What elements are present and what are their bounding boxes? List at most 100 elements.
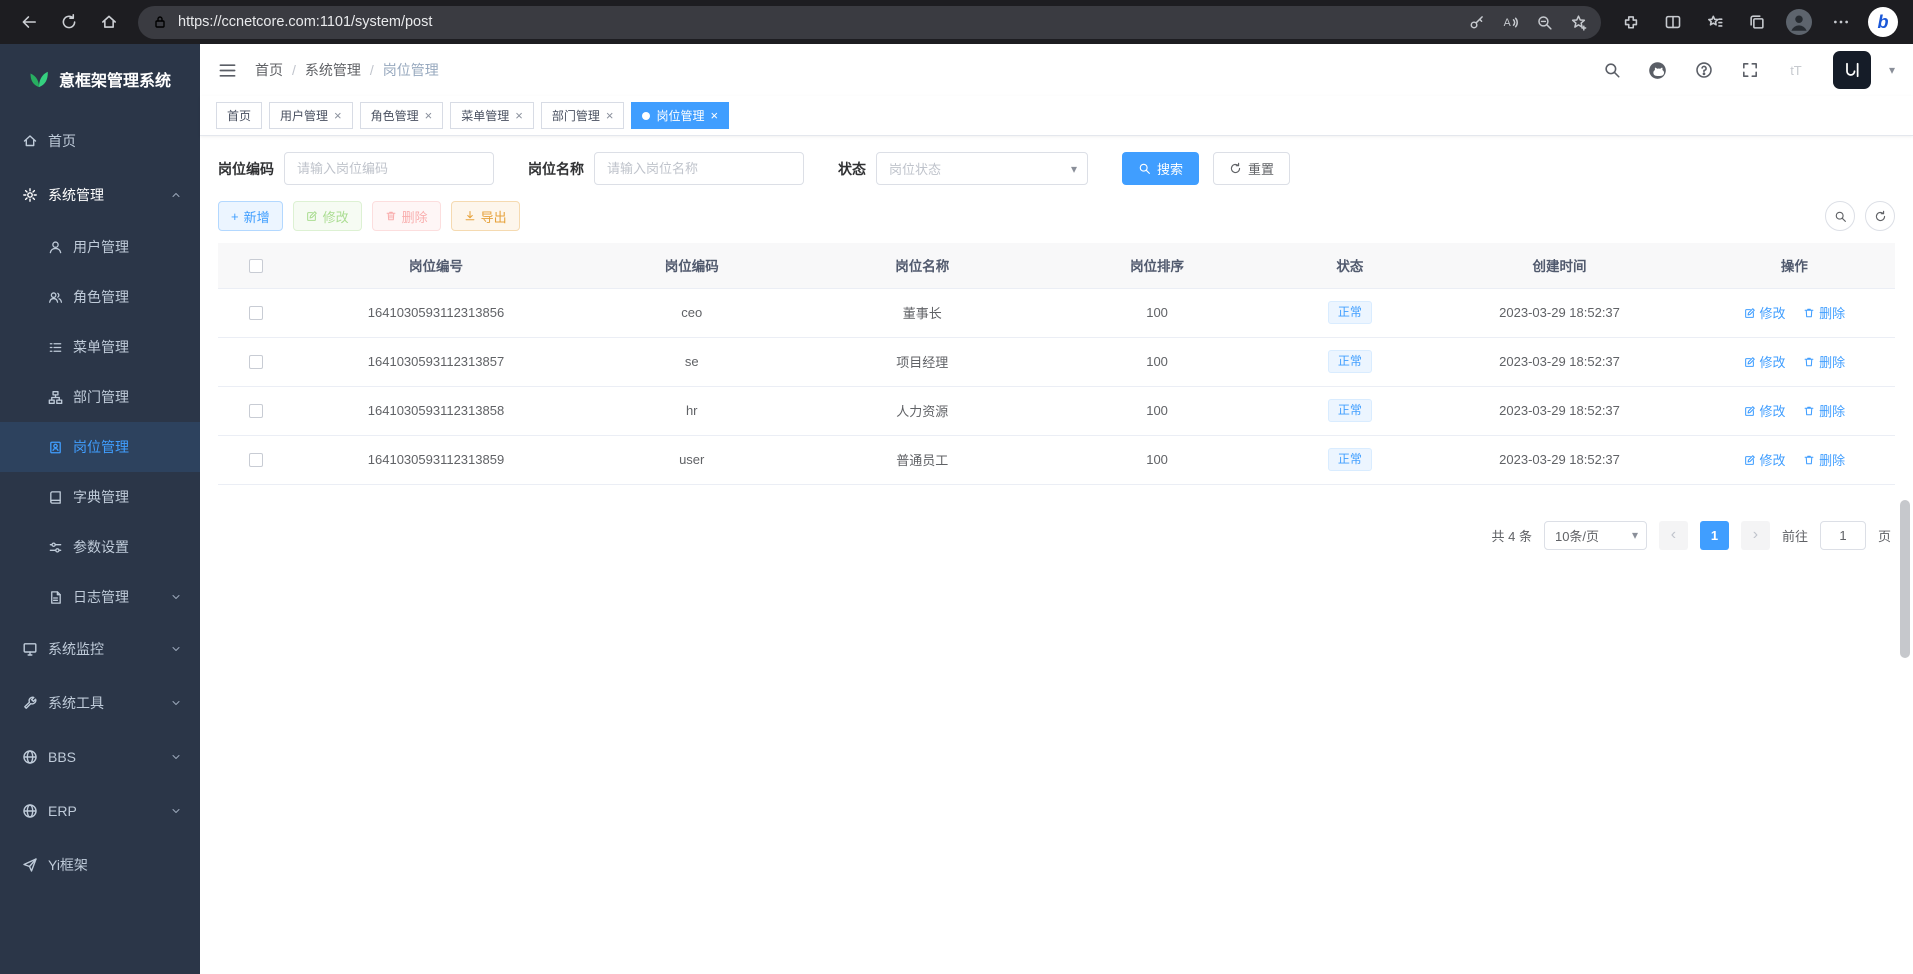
row-checkbox[interactable] xyxy=(249,306,263,320)
globe-icon xyxy=(22,749,38,765)
sidebar-item-erp[interactable]: ERP xyxy=(0,784,200,838)
post-name-input[interactable] xyxy=(594,152,804,185)
header-actions: 操作 xyxy=(1694,243,1895,288)
book-icon xyxy=(48,490,63,505)
toggle-search-button[interactable] xyxy=(1825,201,1855,231)
next-page-button[interactable]: › xyxy=(1741,521,1770,550)
delete-button[interactable]: 删除 xyxy=(372,201,441,231)
favorites-icon[interactable] xyxy=(1695,4,1735,40)
cell-created-time: 2023-03-29 18:52:37 xyxy=(1425,386,1693,435)
profile-avatar[interactable] xyxy=(1779,4,1819,40)
edit-button[interactable]: 修改 xyxy=(293,201,362,231)
row-delete-link[interactable]: 删除 xyxy=(1803,352,1845,371)
sidebar-item-user-mgmt[interactable]: 用户管理 xyxy=(0,222,200,272)
home-button[interactable] xyxy=(90,4,128,40)
settings-menu-icon[interactable] xyxy=(1821,4,1861,40)
user-avatar[interactable] xyxy=(1833,51,1871,89)
page-size-select[interactable]: 10条/页 ▾ xyxy=(1544,521,1647,550)
font-size-icon[interactable]: tT xyxy=(1781,55,1811,85)
cell-post-name: 董事长 xyxy=(805,288,1040,337)
row-edit-link[interactable]: 修改 xyxy=(1744,401,1786,420)
sidebar-item-dept-mgmt[interactable]: 部门管理 xyxy=(0,372,200,422)
row-checkbox[interactable] xyxy=(249,355,263,369)
sidebar-item-label: 部门管理 xyxy=(73,387,129,407)
add-favorite-icon[interactable] xyxy=(1561,7,1595,37)
sidebar-item-system-monitor[interactable]: 系统监控 xyxy=(0,622,200,676)
select-all-checkbox[interactable] xyxy=(249,259,263,273)
sidebar-item-system-tools[interactable]: 系统工具 xyxy=(0,676,200,730)
tab-post-mgmt[interactable]: 岗位管理 × xyxy=(631,102,729,129)
address-bar[interactable]: https://ccnetcore.com:1101/system/post A xyxy=(138,6,1601,39)
cell-post-id: 1641030593112313856 xyxy=(293,288,578,337)
refresh-table-button[interactable] xyxy=(1865,201,1895,231)
refresh-button[interactable] xyxy=(50,4,88,40)
tab-close-icon[interactable]: × xyxy=(425,109,433,122)
help-icon[interactable] xyxy=(1689,55,1719,85)
row-edit-link[interactable]: 修改 xyxy=(1744,303,1786,322)
site-permissions-icon[interactable] xyxy=(152,14,168,30)
row-delete-link[interactable]: 删除 xyxy=(1803,450,1845,469)
sidebar-item-home[interactable]: 首页 xyxy=(0,114,200,168)
avatar-caret-icon[interactable]: ▾ xyxy=(1889,63,1895,77)
post-code-input[interactable] xyxy=(284,152,494,185)
github-icon[interactable] xyxy=(1643,55,1673,85)
tab-label: 部门管理 xyxy=(552,107,600,124)
row-edit-link[interactable]: 修改 xyxy=(1744,450,1786,469)
export-button[interactable]: 导出 xyxy=(451,201,520,231)
status-select[interactable]: 岗位状态 ▾ xyxy=(876,152,1088,185)
tab-close-icon[interactable]: × xyxy=(710,109,718,122)
row-delete-link[interactable]: 删除 xyxy=(1803,401,1845,420)
globe-icon xyxy=(22,803,38,819)
tab-dept-mgmt[interactable]: 部门管理 × xyxy=(541,102,625,129)
post-table: 岗位编号 岗位编码 岗位名称 岗位排序 状态 创建时间 操作 16410305 xyxy=(218,243,1895,485)
tab-role-mgmt[interactable]: 角色管理 × xyxy=(360,102,444,129)
sidebar-toggle-icon[interactable] xyxy=(218,61,237,80)
row-delete-link[interactable]: 删除 xyxy=(1803,303,1845,322)
sidebar-item-post-mgmt[interactable]: 岗位管理 xyxy=(0,422,200,472)
tab-menu-mgmt[interactable]: 菜单管理 × xyxy=(450,102,534,129)
trash-icon xyxy=(1803,356,1815,368)
header-search-icon[interactable] xyxy=(1597,55,1627,85)
chevron-down-icon xyxy=(170,643,182,655)
sidebar-item-bbs[interactable]: BBS xyxy=(0,730,200,784)
collections-icon[interactable] xyxy=(1737,4,1777,40)
sidebar-item-role-mgmt[interactable]: 角色管理 xyxy=(0,272,200,322)
read-aloud-icon[interactable]: A xyxy=(1493,7,1527,37)
tab-close-icon[interactable]: × xyxy=(515,109,523,122)
sidebar-item-label: 岗位管理 xyxy=(73,437,129,457)
sidebar-item-system-mgmt[interactable]: 系统管理 xyxy=(0,168,200,222)
search-button-label: 搜索 xyxy=(1157,159,1183,178)
breadcrumb-system-mgmt[interactable]: 系统管理 xyxy=(305,60,361,80)
tab-close-icon[interactable]: × xyxy=(606,109,614,122)
reset-button[interactable]: 重置 xyxy=(1213,152,1290,185)
gear-icon xyxy=(22,187,38,203)
split-screen-icon[interactable] xyxy=(1653,4,1693,40)
goto-page-input[interactable] xyxy=(1820,521,1866,550)
tab-user-mgmt[interactable]: 用户管理 × xyxy=(269,102,353,129)
table-row: 1641030593112313858 hr 人力资源 100 正常 2023-… xyxy=(218,386,1895,435)
url-text[interactable]: https://ccnetcore.com:1101/system/post xyxy=(178,14,1459,30)
sidebar-item-param-settings[interactable]: 参数设置 xyxy=(0,522,200,572)
bing-copilot-button[interactable]: b xyxy=(1863,4,1903,40)
goto-suffix: 页 xyxy=(1878,526,1891,545)
add-button[interactable]: + 新增 xyxy=(218,201,283,231)
fullscreen-icon[interactable] xyxy=(1735,55,1765,85)
row-checkbox[interactable] xyxy=(249,404,263,418)
password-key-icon[interactable] xyxy=(1459,7,1493,37)
back-button[interactable] xyxy=(10,4,48,40)
sidebar-item-dict-mgmt[interactable]: 字典管理 xyxy=(0,472,200,522)
row-edit-link[interactable]: 修改 xyxy=(1744,352,1786,371)
search-button[interactable]: 搜索 xyxy=(1122,152,1199,185)
sidebar-item-log-mgmt[interactable]: 日志管理 xyxy=(0,572,200,622)
sidebar-item-menu-mgmt[interactable]: 菜单管理 xyxy=(0,322,200,372)
scrollbar-thumb[interactable] xyxy=(1900,500,1910,658)
current-page-button[interactable]: 1 xyxy=(1700,521,1729,550)
prev-page-button[interactable]: ‹ xyxy=(1659,521,1688,550)
row-checkbox[interactable] xyxy=(249,453,263,467)
sidebar-item-yi-framework[interactable]: Yi框架 xyxy=(0,838,200,892)
tab-home[interactable]: 首页 xyxy=(216,102,262,129)
breadcrumb-home[interactable]: 首页 xyxy=(255,60,283,80)
extensions-icon[interactable] xyxy=(1611,4,1651,40)
zoom-icon[interactable] xyxy=(1527,7,1561,37)
tab-close-icon[interactable]: × xyxy=(334,109,342,122)
